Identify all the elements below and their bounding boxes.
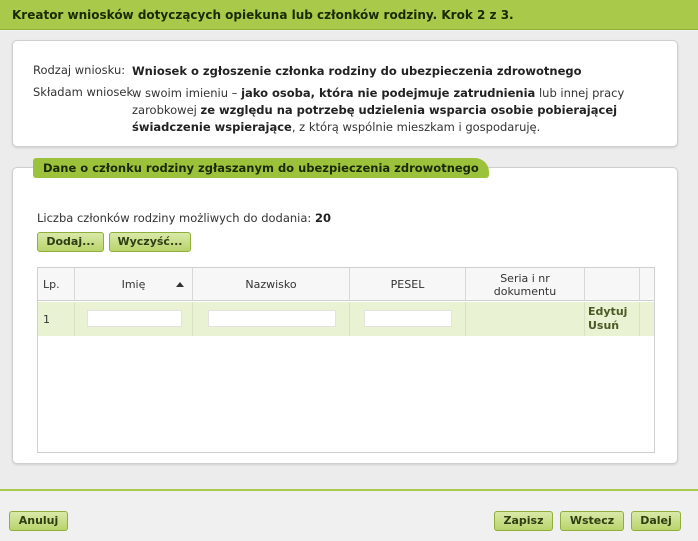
column-header-lp[interactable]: Lp. — [38, 268, 75, 301]
cell-last-name — [193, 302, 350, 336]
application-type-label: Rodzaj wniosku: — [33, 63, 126, 77]
table-row[interactable]: 1 Edytuj Usuń — [38, 302, 654, 336]
edit-link[interactable]: Edytuj — [588, 305, 627, 318]
cancel-button[interactable]: Anuluj — [9, 511, 68, 531]
available-count-label: Liczba członków rodziny możliwych do dod… — [37, 211, 312, 225]
table-header: Lp. Imię Nazwisko PESEL Seria i nr dokum… — [38, 268, 654, 301]
column-header-document[interactable]: Seria i nr dokumentu — [466, 268, 585, 301]
submit-basis-value: w swoim imieniu – jako osoba, która nie … — [132, 85, 677, 136]
application-type-value: Wniosek o zgłoszenie członka rodziny do … — [132, 64, 582, 78]
available-count-value: 20 — [314, 211, 331, 225]
delete-link[interactable]: Usuń — [588, 319, 619, 332]
content-area: Rodzaj wniosku: Wniosek o zgłoszenie czł… — [0, 31, 698, 489]
submit-basis-text-3: , z którą wspólnie mieszkam i gospodaruj… — [291, 120, 541, 134]
submit-basis-text-1: w swoim imieniu – — [132, 86, 242, 100]
column-header-actions — [585, 268, 640, 301]
family-member-panel: Dane o członku rodziny zgłaszanym do ube… — [12, 158, 678, 464]
family-members-table: Lp. Imię Nazwisko PESEL Seria i nr dokum… — [37, 267, 655, 453]
cell-lp: 1 — [38, 302, 75, 336]
row-number: 1 — [43, 313, 50, 326]
cell-actions: Edytuj Usuń — [585, 302, 640, 336]
wizard-title: Kreator wniosków dotyczących opiekuna lu… — [0, 0, 698, 30]
application-window: Kreator wniosków dotyczących opiekuna lu… — [0, 0, 698, 541]
clear-button[interactable]: Wyczyść... — [109, 232, 191, 252]
section-header: Dane o członku rodziny zgłaszanym do ube… — [33, 158, 489, 178]
pesel-value — [364, 310, 452, 327]
submit-basis-bold-1: jako osoba, która nie podejmuje zatrudni… — [241, 86, 536, 100]
cell-document — [466, 302, 585, 336]
next-button[interactable]: Dalej — [631, 511, 681, 531]
sort-ascending-icon — [176, 282, 184, 287]
footer-bar: Anuluj Zapisz Wstecz Dalej — [0, 489, 698, 541]
save-button[interactable]: Zapisz — [494, 511, 553, 531]
available-count: Liczba członków rodziny możliwych do dod… — [37, 211, 331, 225]
column-header-first-name[interactable]: Imię — [75, 268, 193, 301]
column-header-first-name-label: Imię — [121, 278, 146, 291]
cell-first-name — [75, 302, 193, 336]
cell-pesel — [350, 302, 466, 336]
column-header-pesel[interactable]: PESEL — [350, 268, 466, 301]
submit-basis-label: Składam wniosek — [33, 85, 134, 99]
first-name-value — [87, 310, 182, 327]
column-header-last-name[interactable]: Nazwisko — [193, 268, 350, 301]
application-summary-panel: Rodzaj wniosku: Wniosek o zgłoszenie czł… — [12, 40, 678, 147]
back-button[interactable]: Wstecz — [560, 511, 624, 531]
add-button[interactable]: Dodaj... — [37, 232, 104, 252]
last-name-value — [208, 310, 336, 327]
